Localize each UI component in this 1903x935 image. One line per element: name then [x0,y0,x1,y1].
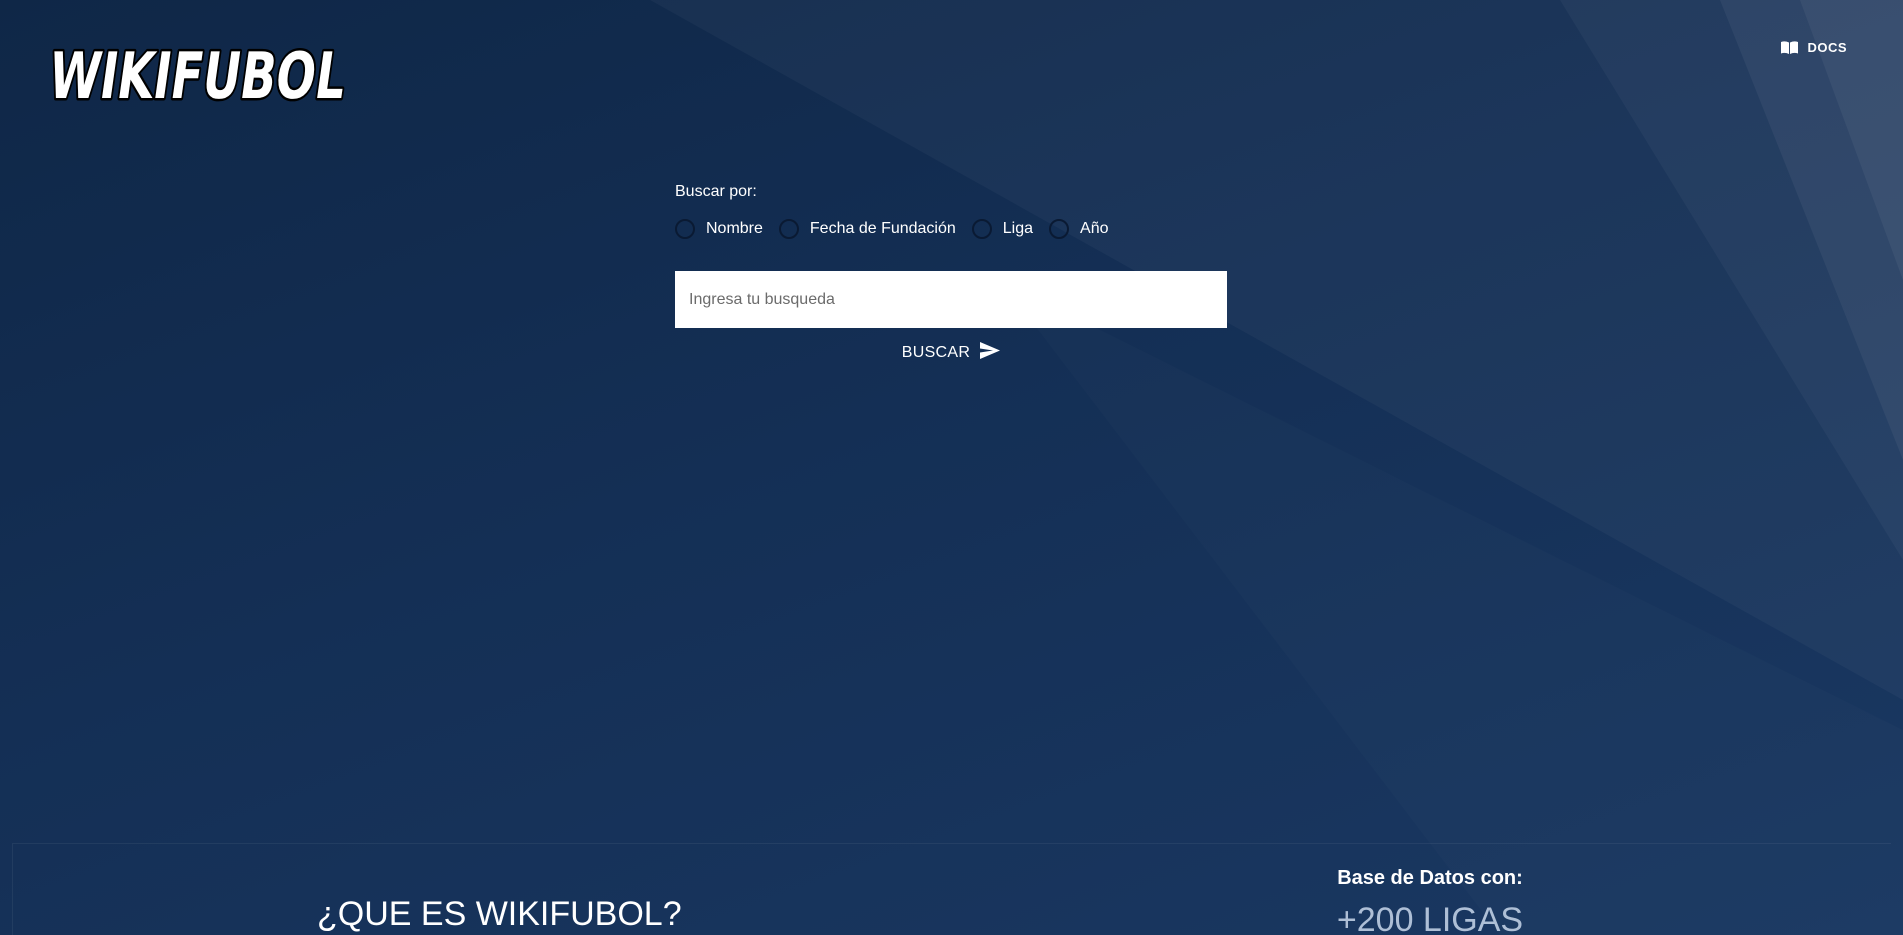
wikifubol-logo[interactable]: WIKIFUBOL [42,30,358,110]
radio-button[interactable] [1049,219,1070,239]
logo-text: WIKIFUBOL [44,39,350,110]
page: WIKIFUBOL DOCS Buscar por: Nombre Fecha … [0,0,1903,935]
search-type-radio-group: Nombre Fecha de Fundación Liga Año [675,217,1227,241]
info-title: ¿QUE ES WIKIFUBOL? [317,895,682,933]
radio-option-liga[interactable]: Liga [971,219,1034,239]
radio-button[interactable] [675,219,695,239]
radio-label: Nombre [706,220,763,237]
radio-option-nombre[interactable]: Nombre [675,219,763,239]
background-shapes [1560,0,1903,560]
radio-label: Fecha de Fundación [809,220,956,237]
stats-value: +200 LIGAS [1336,901,1524,935]
docs-link[interactable]: DOCS [1780,40,1847,55]
search-button[interactable]: BUSCAR [901,342,1001,364]
radio-label: Año [1080,220,1109,237]
radio-button[interactable] [778,219,799,239]
radio-option-fecha-fundacion[interactable]: Fecha de Fundación [778,219,956,239]
search-input[interactable] [675,271,1227,328]
search-button-label: BUSCAR [901,344,971,361]
radio-button[interactable] [971,219,992,239]
search-panel: Buscar por: Nombre Fecha de Fundación Li… [675,183,1227,364]
open-book-icon [1780,40,1799,55]
stats-heading: Base de Datos con: [1337,867,1523,889]
info-section: ¿QUE ES WIKIFUBOL? Base de Datos con: +2… [12,843,1891,935]
radio-option-ano[interactable]: Año [1049,219,1109,239]
docs-label: DOCS [1807,40,1847,55]
search-by-label: Buscar por: [675,183,757,200]
send-icon [980,342,1001,364]
radio-label: Liga [1002,220,1034,237]
